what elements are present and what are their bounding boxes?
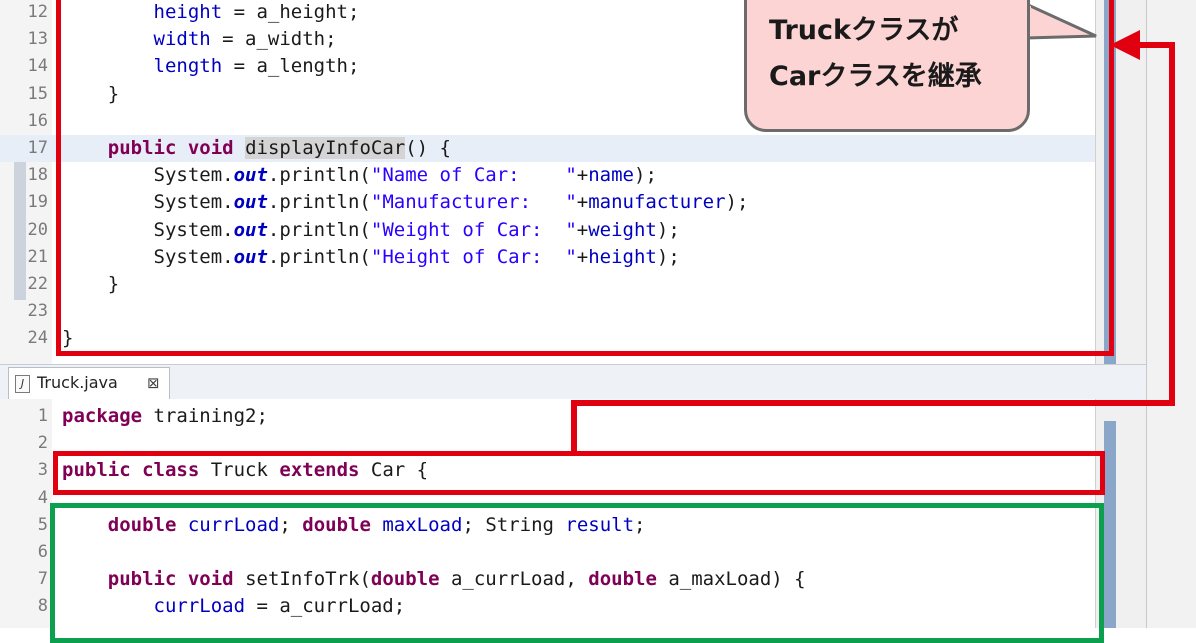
line-number: 6	[37, 542, 48, 562]
code-token: training2;	[142, 405, 268, 427]
line-number: 4	[37, 487, 48, 508]
line-number: 17	[27, 138, 48, 158]
tab-label: Truck.java	[37, 373, 118, 392]
code-token: package	[62, 405, 143, 427]
code-line[interactable]: 1 package training2;	[0, 403, 1098, 430]
line-number: 13	[27, 29, 48, 50]
line-number: 21	[27, 246, 48, 267]
line-number: 22	[27, 274, 48, 294]
line-number: 24	[27, 328, 48, 349]
line-number: 15	[27, 83, 48, 104]
callout-line-1: Truckクラスが	[769, 15, 959, 46]
callout-bubble: Truckクラスが Carクラスを継承	[744, 0, 1030, 132]
editor-tab-bar: J Truck.java ⊠	[0, 364, 1146, 400]
truck-scroll-thumb[interactable]	[1104, 421, 1116, 628]
connector-horizontal-bottom	[571, 400, 1175, 406]
line-number: 12	[27, 2, 48, 22]
truck-extends-highlight-box	[53, 451, 1105, 495]
connector-vertical-left	[571, 402, 577, 452]
line-number: 16	[27, 110, 48, 131]
java-file-icon: J	[15, 375, 30, 393]
callout-tail	[1026, 2, 1097, 40]
line-number: 7	[37, 569, 48, 590]
line-number: 3	[37, 460, 48, 481]
line-number: 1	[37, 406, 48, 426]
tab-truck-java[interactable]: J Truck.java ⊠	[8, 367, 170, 399]
line-number: 23	[27, 301, 48, 322]
line-number: 5	[37, 514, 48, 535]
line-number: 18	[27, 165, 48, 186]
truck-body-highlight-box	[50, 503, 1104, 643]
arrow-head-icon	[1110, 30, 1140, 60]
close-icon[interactable]: ⊠	[147, 368, 160, 398]
connector-vertical-right	[1169, 42, 1175, 406]
line-number: 2	[37, 433, 48, 454]
line-number: 14	[27, 56, 48, 77]
line-number: 8	[37, 596, 48, 617]
code-text: package training2;	[62, 403, 268, 430]
callout-line-2: Carクラスを継承	[769, 61, 982, 92]
line-number: 19	[27, 192, 48, 213]
line-number: 20	[27, 219, 48, 240]
